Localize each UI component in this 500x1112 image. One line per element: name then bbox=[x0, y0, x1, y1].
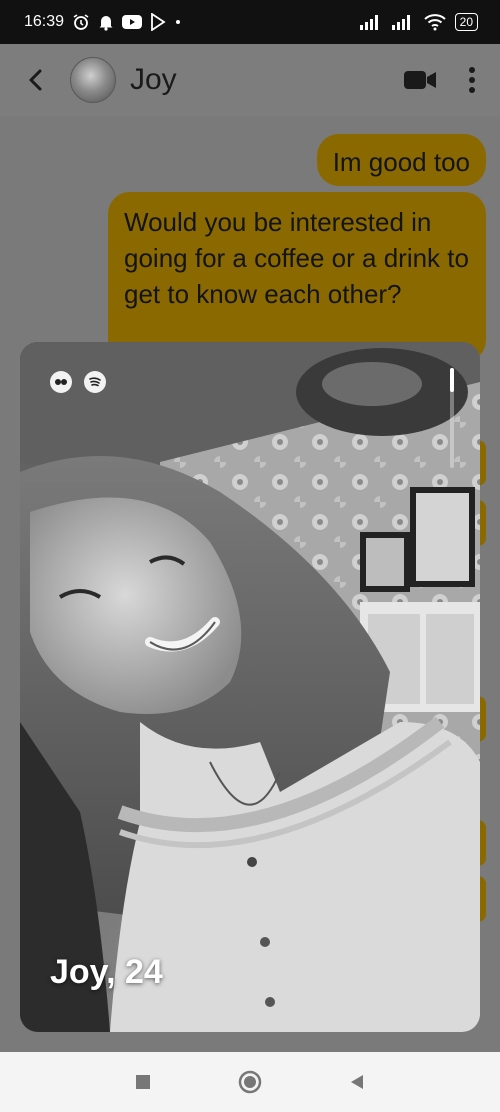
battery-indicator: 20 bbox=[454, 13, 478, 31]
back-nav-button[interactable] bbox=[337, 1062, 377, 1102]
signal-icon-2 bbox=[391, 14, 415, 30]
video-call-icon bbox=[404, 71, 436, 89]
message-text: Im good too bbox=[332, 147, 470, 177]
message-bubble[interactable]: Would you be interested in going for a c… bbox=[108, 192, 486, 362]
dot-icon bbox=[174, 18, 182, 26]
home-button[interactable] bbox=[230, 1062, 270, 1102]
system-nav-bar bbox=[0, 1052, 500, 1112]
signal-icon bbox=[359, 14, 383, 30]
video-call-button[interactable] bbox=[400, 60, 440, 100]
photo-scroll-indicator bbox=[450, 368, 454, 468]
contact-name[interactable]: Joy bbox=[130, 63, 177, 97]
profile-photo-card[interactable]: Joy, 24 bbox=[20, 342, 480, 1032]
message-bubble[interactable]: Im good too bbox=[316, 134, 486, 186]
profile-name-age: Joy, 24 bbox=[50, 953, 163, 991]
chat-header: Joy bbox=[0, 44, 500, 116]
message-input-area[interactable] bbox=[0, 1032, 500, 1052]
spotify-icon bbox=[84, 371, 106, 393]
notification-bell-icon bbox=[98, 13, 114, 31]
wifi-icon bbox=[423, 13, 447, 31]
back-arrow-icon bbox=[29, 69, 42, 91]
photo-scroll-thumb bbox=[450, 368, 454, 392]
back-triangle-icon bbox=[350, 1075, 363, 1089]
battery-level: 20 bbox=[459, 15, 473, 29]
more-options-button[interactable] bbox=[462, 60, 482, 100]
profile-badges bbox=[50, 371, 106, 393]
youtube-icon bbox=[122, 14, 143, 30]
status-bar: 16:39 20 bbox=[0, 0, 500, 44]
home-circle-icon bbox=[238, 1070, 262, 1094]
alarm-icon bbox=[72, 13, 90, 31]
recents-square-icon bbox=[136, 1075, 151, 1089]
more-vert-icon bbox=[469, 67, 475, 93]
message-text: Would you be interested in going for a c… bbox=[124, 207, 469, 309]
music-icon bbox=[50, 371, 72, 393]
profile-photo bbox=[20, 342, 480, 1032]
avatar[interactable] bbox=[70, 57, 116, 103]
play-store-icon bbox=[150, 13, 166, 31]
recents-button[interactable] bbox=[123, 1062, 163, 1102]
status-time: 16:39 bbox=[24, 13, 65, 30]
back-button[interactable] bbox=[18, 62, 54, 98]
